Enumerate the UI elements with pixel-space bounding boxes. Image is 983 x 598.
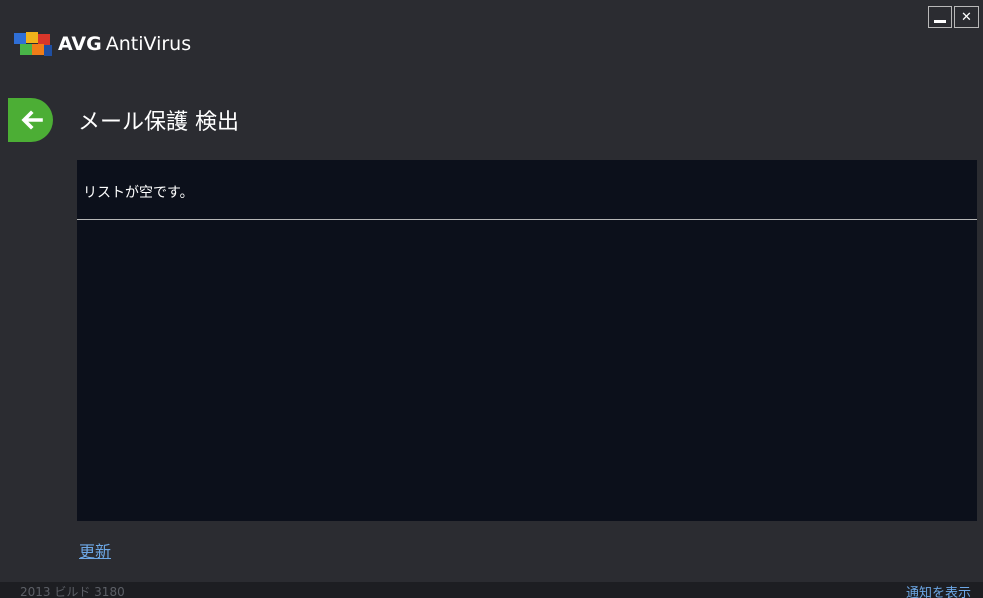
close-button[interactable]: ✕ <box>954 6 979 28</box>
show-notifications-link[interactable]: 通知を表示 <box>906 582 971 598</box>
close-icon: ✕ <box>961 9 972 25</box>
empty-list-message: リストが空です。 <box>83 185 194 201</box>
app-title: AVG AntiVirus <box>58 33 191 55</box>
app-window: AVG AntiVirus ✕ メール保護 検出 リストが空です。 更新 2013… <box>0 0 983 598</box>
detections-list[interactable]: リストが空です。 <box>77 160 977 521</box>
app-logo: AVG AntiVirus <box>12 30 191 58</box>
status-bar: 2013 ビルド 3180 通知を表示 <box>0 582 983 598</box>
minimize-button[interactable] <box>928 6 952 28</box>
page-title: メール保護 検出 <box>78 110 239 135</box>
brand-name: AVG <box>58 33 102 55</box>
product-name: AntiVirus <box>105 33 192 55</box>
build-info: 2013 ビルド 3180 <box>20 585 125 598</box>
back-arrow-icon <box>20 110 43 130</box>
refresh-link[interactable]: 更新 <box>79 538 111 562</box>
back-button[interactable] <box>8 98 53 142</box>
title-bar: AVG AntiVirus ✕ <box>0 0 983 80</box>
avg-logo-icon <box>12 30 56 58</box>
minimize-icon <box>934 20 946 23</box>
list-message-row: リストが空です。 <box>77 160 977 220</box>
